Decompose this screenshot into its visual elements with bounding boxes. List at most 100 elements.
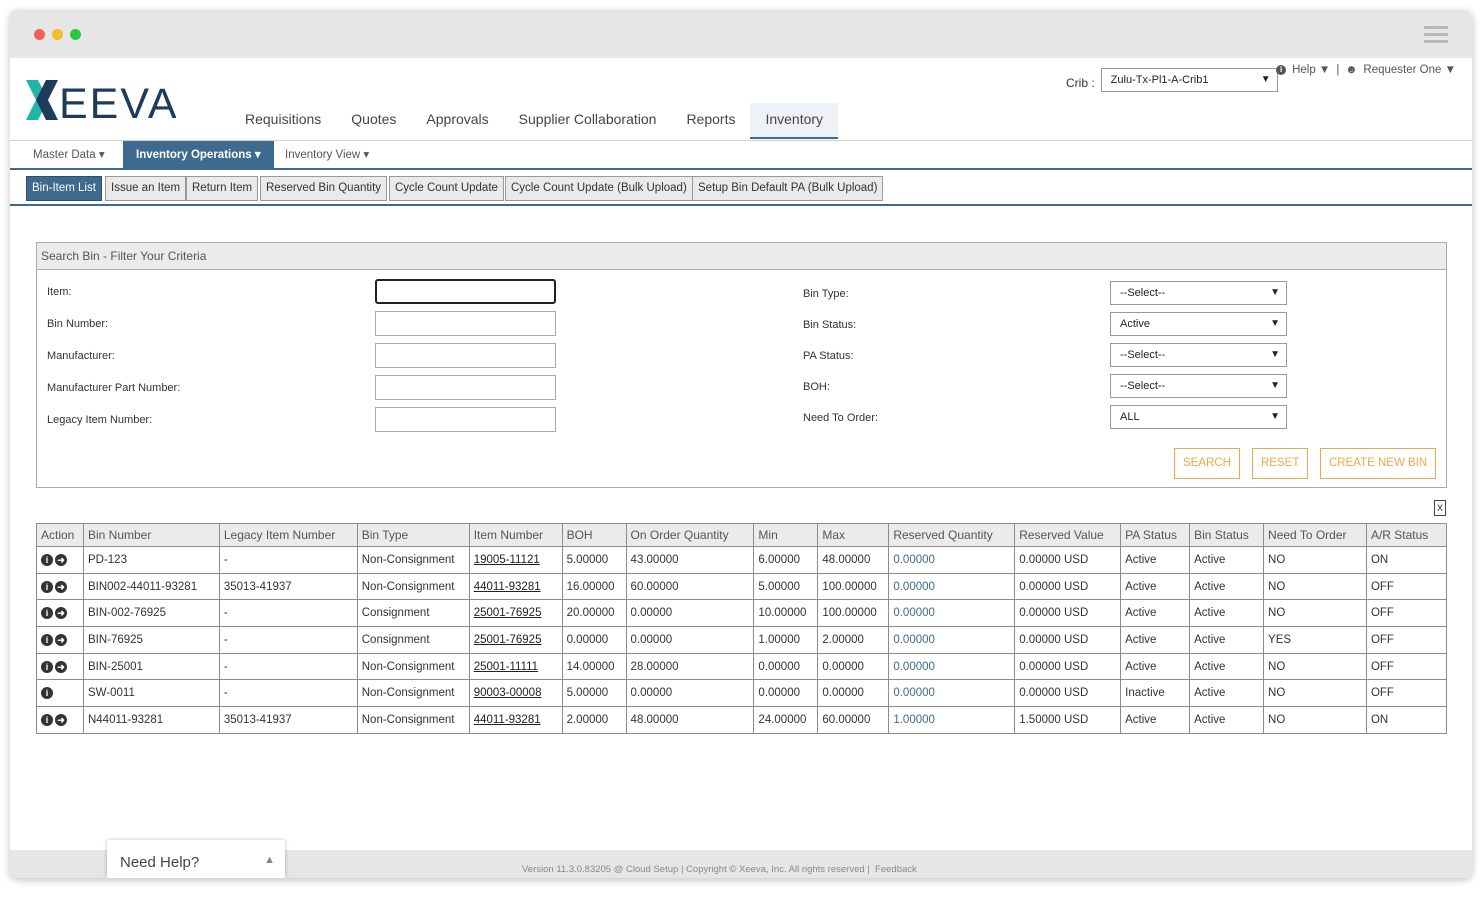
column-header[interactable]: Reserved Value [1014,523,1122,547]
column-header[interactable]: PA Status [1120,523,1191,547]
cycle-count-update-button[interactable]: Cycle Count Update [389,176,504,201]
item-input[interactable] [375,279,556,304]
pa-status-select[interactable]: --Select-- ▼ [1110,343,1287,367]
nav-supplier-collaboration[interactable]: Supplier Collaboration [504,103,672,139]
column-header[interactable]: Bin Number [82,523,220,547]
bin-status-select[interactable]: Active ▼ [1110,312,1287,336]
cell-min: 1.00000 [753,626,819,654]
crib-select[interactable]: Zulu-Tx-Pl1-A-Crib1 ▼ [1100,68,1278,92]
manufacturer-label: Manufacturer: [47,350,115,362]
column-header[interactable]: Bin Status [1189,523,1265,547]
crib-label: Crib : [1066,76,1095,90]
reset-button[interactable]: RESET [1252,448,1309,479]
subnav-inventory-view[interactable]: Inventory View ▾ [272,141,382,169]
cell-resqty[interactable]: 0.00000 [888,679,1016,708]
info-icon[interactable]: i [41,580,53,593]
arrow-right-icon[interactable]: ➜ [55,553,67,566]
arrow-right-icon[interactable]: ➜ [55,713,67,726]
info-icon[interactable]: i [41,713,53,726]
column-header[interactable]: Item Number [468,523,563,547]
cell-item[interactable]: 25001-11111 [468,652,563,681]
info-icon[interactable]: i [41,660,53,673]
column-header[interactable]: Min [753,523,819,547]
column-header[interactable]: Reserved Quantity [888,523,1016,547]
return-item-button[interactable]: Return Item [186,176,259,201]
window-titlebar [10,10,1472,58]
search-button[interactable]: SEARCH [1174,448,1240,479]
arrow-right-icon[interactable]: ➜ [55,580,67,593]
info-icon[interactable]: i [41,553,53,566]
item-number-link[interactable]: 44011-93281 [474,714,541,726]
setup-bin-default-pa-button[interactable]: Setup Bin Default PA (Bulk Upload) [692,176,884,201]
sub-navigation: Master Data ▾ Inventory Operations ▾ Inv… [10,140,1472,170]
help-menu[interactable]: Help ▼ [1292,64,1330,76]
nav-quotes[interactable]: Quotes [336,103,411,139]
column-header[interactable]: Legacy Item Number [218,523,358,547]
hamburger-menu-icon[interactable] [1424,26,1448,44]
xeeva-logo[interactable]: EEVA [26,78,177,128]
cycle-count-bulk-button[interactable]: Cycle Count Update (Bulk Upload) [505,176,693,201]
arrow-right-icon[interactable]: ➜ [55,660,67,673]
nav-reports[interactable]: Reports [671,103,750,139]
item-number-link[interactable]: 90003-00008 [474,687,542,699]
item-number-link[interactable]: 44011-93281 [474,581,541,593]
cell-resqty[interactable]: 0.00000 [888,572,1016,601]
column-header[interactable]: Action [36,523,84,547]
feedback-link[interactable]: Feedback [875,864,917,875]
boh-select[interactable]: --Select-- ▼ [1110,374,1287,398]
bin-number-input[interactable] [375,311,556,336]
create-new-bin-button[interactable]: CREATE NEW BIN [1320,448,1437,479]
need-to-order-select[interactable]: ALL ▼ [1110,405,1287,429]
item-number-link[interactable]: 25001-11111 [474,661,538,673]
bin-type-select[interactable]: --Select-- ▼ [1110,281,1287,305]
subnav-master-data[interactable]: Master Data ▾ [20,141,118,169]
chevron-up-icon[interactable]: ▲ [264,854,275,866]
cell-resqty[interactable]: 0.00000 [888,626,1016,654]
need-help-widget[interactable]: Need Help? ▲ [107,840,285,878]
column-header[interactable]: BOH [561,523,627,547]
bin-item-list-button[interactable]: Bin-Item List [26,176,102,201]
arrow-right-icon[interactable]: ➜ [55,607,67,620]
cell-item[interactable]: 19005-11121 [468,546,563,574]
manufacturer-input[interactable] [375,343,556,368]
cell-resqty[interactable]: 1.00000 [888,706,1016,734]
cell-item[interactable]: 44011-93281 [468,706,563,734]
info-icon[interactable]: i [41,607,53,620]
nav-requisitions[interactable]: Requisitions [230,103,336,139]
cell-resqty[interactable]: 0.00000 [888,546,1016,574]
table-row: i ➜ BIN-25001- Non-Consignment 25001-11111 14… [36,652,1448,681]
excel-export-icon[interactable]: X [1434,500,1446,516]
info-icon[interactable]: i [41,687,53,700]
cell-resqty[interactable]: 0.00000 [888,652,1016,681]
nav-approvals[interactable]: Approvals [411,103,503,139]
issue-item-button[interactable]: Issue an Item [105,176,187,201]
action-cell: i ➜ [36,572,84,601]
legacy-item-number-input[interactable] [375,407,556,432]
manufacturer-part-number-input[interactable] [375,375,556,400]
cell-item[interactable]: 25001-76925 [468,599,563,628]
column-header[interactable]: Max [817,523,890,547]
column-header[interactable]: Need To Order [1263,523,1367,547]
item-number-link[interactable]: 19005-11121 [474,554,540,566]
cell-item[interactable]: 90003-00008 [468,679,563,708]
user-menu-toggle[interactable]: Requester One ▼ [1363,64,1456,76]
maximize-dot-icon[interactable] [70,29,81,40]
item-number-link[interactable]: 25001-76925 [474,607,542,619]
cell-type: Non-Consignment [356,652,470,681]
arrow-right-icon[interactable]: ➜ [55,633,67,646]
cell-type: Consignment [356,599,470,628]
info-icon[interactable]: i [41,633,53,646]
nav-inventory[interactable]: Inventory [750,103,839,139]
minimize-dot-icon[interactable] [52,29,63,40]
column-header[interactable]: A/R Status [1365,523,1448,547]
item-number-link[interactable]: 25001-76925 [474,634,542,646]
cell-item[interactable]: 44011-93281 [468,572,563,601]
close-dot-icon[interactable] [34,29,45,40]
reserved-bin-quantity-button[interactable]: Reserved Bin Quantity [260,176,388,201]
column-header[interactable]: Bin Type [356,523,470,547]
cell-onorder: 48.00000 [625,706,755,734]
column-header[interactable]: On Order Quantity [625,523,755,547]
cell-resqty[interactable]: 0.00000 [888,599,1016,628]
subnav-inventory-operations[interactable]: Inventory Operations ▾ [123,141,274,169]
cell-item[interactable]: 25001-76925 [468,626,563,654]
